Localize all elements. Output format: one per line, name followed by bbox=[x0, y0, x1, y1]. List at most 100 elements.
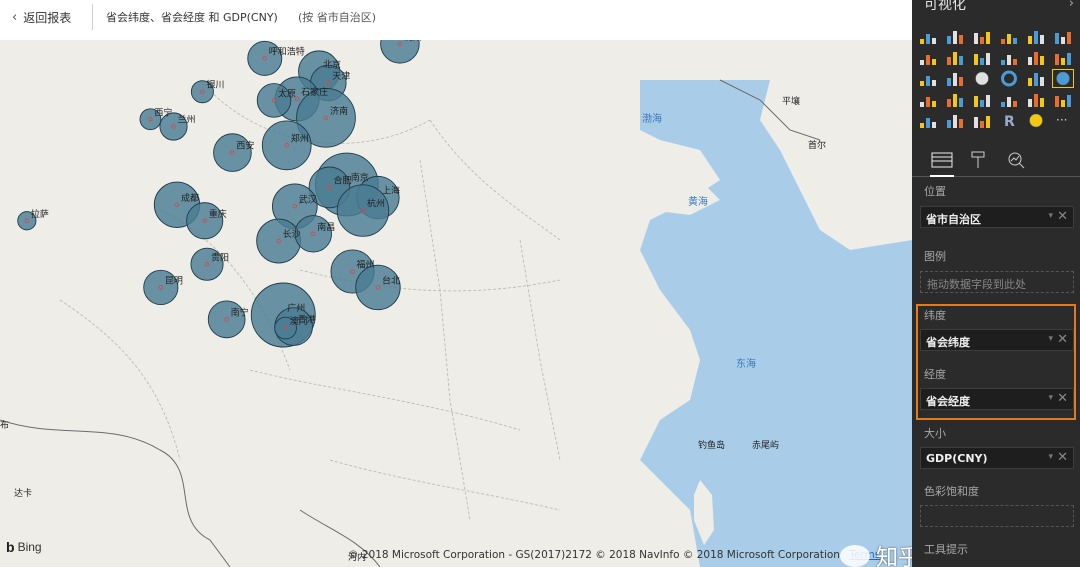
pie-icon[interactable] bbox=[972, 70, 992, 87]
map-visual[interactable]: 北京天津石家庄太原 呼和浩特 沈阳济南郑州西安 银川兰州西宁南京合肥上海杭州 武汉 成都重… bbox=[0, 40, 993, 567]
city-bubble[interactable] bbox=[186, 202, 224, 240]
city-label: 澳门 bbox=[290, 315, 308, 327]
visualizations-pane: 可视化 › R ··· 位置 省市自治区 ▾ ✕ 图例 拖动数据字段到此处 纬度… bbox=[912, 0, 1080, 567]
stacked-bar-icon[interactable] bbox=[918, 28, 938, 45]
svg-text:R: R bbox=[1004, 114, 1015, 129]
latitude-section-label: 纬度 bbox=[924, 309, 946, 322]
visual-gallery: R ··· bbox=[918, 28, 1076, 131]
card-icon[interactable] bbox=[999, 91, 1019, 108]
treemap-icon[interactable] bbox=[1026, 70, 1046, 87]
ribbon-icon[interactable] bbox=[1053, 49, 1073, 66]
scatter-icon[interactable] bbox=[945, 70, 965, 87]
city-bubble[interactable] bbox=[207, 300, 246, 339]
line-column-icon[interactable] bbox=[999, 49, 1019, 66]
filled-map-icon[interactable] bbox=[918, 91, 938, 108]
location-section-label: 位置 bbox=[924, 185, 946, 198]
chevron-down-icon[interactable]: ▾ bbox=[1048, 211, 1053, 221]
color-saturation-section-label: 色彩饱和度 bbox=[924, 485, 979, 498]
city-label: 济南 bbox=[330, 105, 348, 117]
color-saturation-drop-zone[interactable] bbox=[920, 505, 1074, 527]
donut-icon[interactable] bbox=[999, 70, 1019, 87]
remove-icon[interactable]: ✕ bbox=[1057, 332, 1068, 347]
city-label: 合肥 bbox=[333, 174, 351, 186]
back-to-report-button[interactable]: ‹ 返回报表 bbox=[12, 8, 71, 26]
city-label: 南昌 bbox=[317, 221, 335, 233]
location-field-well[interactable]: 省市自治区 ▾ ✕ bbox=[920, 206, 1074, 228]
format-tab[interactable] bbox=[964, 147, 992, 173]
funnel-icon[interactable] bbox=[945, 91, 965, 108]
bing-label: Bing bbox=[17, 540, 42, 554]
pane-tabs bbox=[912, 143, 1080, 177]
line-clustered-icon[interactable] bbox=[1026, 49, 1046, 66]
r-visual-icon[interactable]: R bbox=[999, 112, 1019, 130]
stacked-column-icon[interactable] bbox=[945, 28, 965, 45]
longitude-field-well[interactable]: 省会经度 ▾ ✕ bbox=[920, 388, 1074, 410]
kpi-icon[interactable] bbox=[1053, 91, 1073, 108]
matrix-icon[interactable] bbox=[972, 112, 992, 129]
city-label: 广州 bbox=[287, 302, 305, 314]
report-header: ‹ 返回报表 省会纬度、省会经度 和 GDP(CNY) (按 省市自治区) bbox=[0, 0, 912, 34]
size-field-well[interactable]: GDP(CNY) ▾ ✕ bbox=[920, 447, 1074, 469]
sea-label: 渤海 bbox=[642, 112, 662, 125]
city-label: 武汉 bbox=[299, 193, 317, 205]
remove-icon[interactable]: ✕ bbox=[1057, 209, 1068, 224]
sea-label: 黄海 bbox=[688, 195, 708, 208]
location-field-value: 省市自治区 bbox=[926, 213, 981, 226]
legend-drop-zone[interactable]: 拖动数据字段到此处 bbox=[920, 271, 1074, 293]
city-label: 重庆 bbox=[209, 208, 227, 220]
map-canvas[interactable]: 北京天津石家庄太原 呼和浩特 沈阳济南郑州西安 银川兰州西宁南京合肥上海杭州 武汉 成都重… bbox=[0, 40, 912, 567]
city-bubble[interactable] bbox=[256, 218, 302, 264]
map-icon[interactable] bbox=[1052, 69, 1074, 88]
city-bubble[interactable] bbox=[355, 264, 401, 311]
analytics-tab[interactable] bbox=[1002, 147, 1030, 173]
size-field-value: GDP(CNY) bbox=[926, 452, 988, 465]
stacked-area-icon[interactable] bbox=[972, 49, 992, 66]
bing-logo: b Bing bbox=[6, 539, 42, 555]
city-bubble[interactable] bbox=[213, 133, 252, 172]
city-label: 南宁 bbox=[231, 306, 249, 318]
city-label: 拉萨 bbox=[31, 208, 49, 220]
sea-label: 东海 bbox=[736, 357, 756, 370]
city-label: 长沙 bbox=[283, 228, 301, 240]
fields-tab[interactable] bbox=[928, 147, 956, 177]
visual-title: 省会纬度、省会经度 和 GDP(CNY) bbox=[106, 11, 278, 24]
table-icon[interactable] bbox=[945, 112, 965, 129]
100-bar-icon[interactable] bbox=[1026, 28, 1046, 45]
city-label: 兰州 bbox=[178, 114, 196, 126]
line-icon[interactable] bbox=[918, 49, 938, 66]
chevron-down-icon[interactable]: ▾ bbox=[1048, 334, 1053, 344]
place-label: 达卡 bbox=[14, 487, 32, 499]
100-column-icon[interactable] bbox=[1053, 28, 1073, 45]
tooltip-section-label: 工具提示 bbox=[924, 543, 968, 556]
remove-icon[interactable]: ✕ bbox=[1057, 450, 1068, 465]
city-bubble[interactable] bbox=[261, 120, 312, 171]
fields-icon bbox=[931, 152, 953, 168]
analytics-icon bbox=[1008, 152, 1025, 169]
legend-drop-hint: 拖动数据字段到此处 bbox=[927, 278, 1026, 291]
city-label: 昆明 bbox=[165, 275, 183, 286]
latitude-field-well[interactable]: 省会纬度 ▾ ✕ bbox=[920, 329, 1074, 351]
chevron-down-icon[interactable]: ▾ bbox=[1048, 452, 1053, 462]
waterfall-icon[interactable] bbox=[918, 70, 938, 87]
city-label: 太原 bbox=[278, 87, 296, 99]
city-label: 南京 bbox=[351, 172, 369, 184]
city-label: 贵阳 bbox=[211, 251, 229, 263]
longitude-section-label: 经度 bbox=[924, 368, 946, 381]
clustered-column-icon[interactable] bbox=[999, 28, 1019, 45]
remove-icon[interactable]: ✕ bbox=[1057, 391, 1068, 406]
size-section-label: 大小 bbox=[924, 427, 946, 440]
city-label: 沈阳 bbox=[404, 40, 422, 43]
area-icon[interactable] bbox=[945, 49, 965, 66]
place-label: 首尔 bbox=[808, 139, 826, 151]
more-icon[interactable]: ··· bbox=[1053, 112, 1073, 129]
globe-icon[interactable] bbox=[1026, 112, 1046, 129]
chevron-down-icon[interactable]: ▾ bbox=[1048, 393, 1053, 403]
multirow-card-icon[interactable] bbox=[1026, 91, 1046, 108]
chevron-right-icon[interactable]: › bbox=[1069, 0, 1074, 11]
clustered-bar-icon[interactable] bbox=[972, 28, 992, 45]
slicer-icon[interactable] bbox=[918, 112, 938, 129]
city-label: 成都 bbox=[181, 192, 199, 204]
gauge-icon[interactable] bbox=[972, 91, 992, 108]
attribution-text: © 2018 Microsoft Corporation - GS(2017)2… bbox=[348, 549, 840, 561]
city-label: 天津 bbox=[332, 71, 350, 82]
